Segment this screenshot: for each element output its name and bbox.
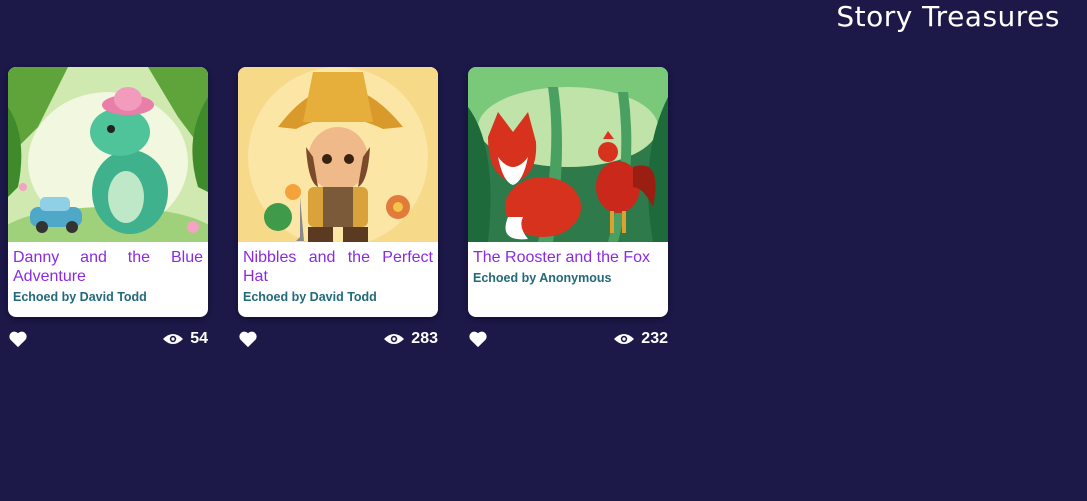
story-item: Nibbles and the Perfect Hat Echoed by Da… — [238, 67, 438, 349]
story-item: Danny and the Blue Adventure Echoed by D… — [8, 67, 208, 349]
eye-icon — [384, 334, 405, 344]
heart-icon[interactable] — [468, 329, 488, 349]
card-body: The Rooster and the Fox Echoed by Anonym… — [468, 242, 668, 285]
story-item: The Rooster and the Fox Echoed by Anonym… — [468, 67, 668, 349]
page-title: Story Treasures — [836, 0, 1060, 33]
story-card[interactable]: Nibbles and the Perfect Hat Echoed by Da… — [238, 67, 438, 317]
story-author: Echoed by David Todd — [243, 290, 377, 304]
view-count-value: 232 — [641, 330, 668, 347]
eye-icon — [163, 334, 184, 344]
story-title-link[interactable]: The Rooster and the Fox — [473, 248, 663, 267]
story-stats: 232 — [468, 329, 668, 349]
story-card[interactable]: Danny and the Blue Adventure Echoed by D… — [8, 67, 208, 317]
card-body: Danny and the Blue Adventure Echoed by D… — [8, 242, 208, 304]
story-stats: 54 — [8, 329, 208, 349]
story-thumbnail[interactable] — [8, 67, 208, 242]
card-body: Nibbles and the Perfect Hat Echoed by Da… — [238, 242, 438, 304]
heart-icon[interactable] — [238, 329, 258, 349]
view-count-value: 54 — [190, 330, 208, 347]
view-count-value: 283 — [411, 330, 438, 347]
eye-icon — [614, 334, 635, 344]
story-author: Echoed by Anonymous — [473, 271, 612, 285]
story-stats: 283 — [238, 329, 438, 349]
story-thumbnail[interactable] — [238, 67, 438, 242]
heart-icon[interactable] — [8, 329, 28, 349]
view-count: 232 — [613, 330, 668, 348]
story-author: Echoed by David Todd — [13, 290, 147, 304]
story-grid: Danny and the Blue Adventure Echoed by D… — [8, 67, 668, 349]
view-count: 54 — [162, 330, 208, 348]
story-title-link[interactable]: Danny and the Blue Adventure — [13, 248, 203, 286]
story-gallery-page: Story Treasures Danny and the Blue Adven… — [0, 0, 1087, 501]
story-title-link[interactable]: Nibbles and the Perfect Hat — [243, 248, 433, 286]
story-thumbnail[interactable] — [468, 67, 668, 242]
view-count: 283 — [383, 330, 438, 348]
story-card[interactable]: The Rooster and the Fox Echoed by Anonym… — [468, 67, 668, 317]
